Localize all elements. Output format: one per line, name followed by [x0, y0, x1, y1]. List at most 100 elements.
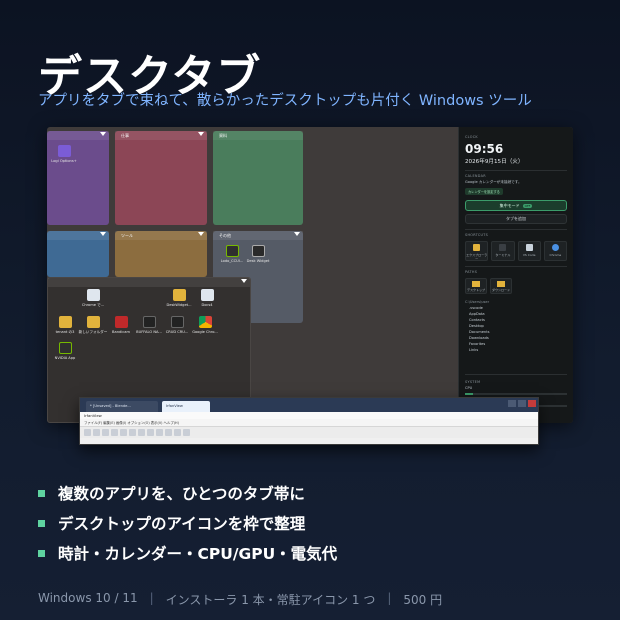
collapse-icon[interactable]: [198, 132, 204, 136]
shortcuts-section-label: SHORTCUTS: [465, 233, 489, 237]
fence-header[interactable]: ツール: [115, 231, 207, 240]
desktop-icon-chrome[interactable]: Google Chro...: [190, 316, 220, 334]
fence-header[interactable]: [47, 231, 109, 240]
focus-mode-button[interactable]: 集中モード OFF: [465, 200, 567, 211]
feature-item: 複数のアプリを、ひとつのタブ帯に: [38, 478, 337, 508]
fence-gold[interactable]: ツール: [115, 231, 207, 277]
path-row: デスクトップ ダウンロード: [465, 278, 567, 294]
clock-date: 2026年9月15日（火）: [465, 159, 524, 165]
zoom-in-icon[interactable]: [147, 429, 154, 436]
desktop-icon-folder[interactable]: DeskWidget...: [164, 289, 194, 307]
folder-icon: [472, 281, 480, 287]
undo-icon[interactable]: [138, 429, 145, 436]
folder-icon: [473, 244, 481, 251]
footer-separator: |: [149, 591, 154, 605]
fence-header[interactable]: その他: [213, 231, 303, 240]
widget-sidebar: CLOCK 09:56 2026年9月15日（火） CALENDAR Googl…: [458, 127, 573, 423]
tab-irfanview[interactable]: IrfanView: [162, 401, 210, 412]
fence-green[interactable]: 資料: [213, 131, 303, 225]
bullet-marker: [38, 549, 45, 557]
collapse-icon[interactable]: [100, 232, 106, 236]
subline: アプリをタブで束ねて、散らかったデスクトップも片付く Windows ツール: [38, 93, 532, 109]
file-icon: [200, 289, 214, 301]
feature-item: 時計・カレンダー・CPU/GPU・電気代: [38, 538, 337, 568]
nvidia-icon: [225, 245, 239, 257]
window-menu-bar[interactable]: ファイル(F) 編集(E) 画像(I) オプション(O) 表示(V) ヘルプ(H…: [80, 419, 538, 426]
desktop-icon-bandicam[interactable]: Bandicam: [106, 316, 136, 334]
footer-price: 500 円: [403, 593, 443, 607]
tabbed-app-window[interactable]: * [Unsaved] - Blende... IrfanView IrfanV…: [79, 397, 539, 445]
fence-red[interactable]: 仕事: [115, 131, 207, 225]
globe-icon: [551, 244, 559, 251]
desktop-icon-folder[interactable]: 新しいフォルダー: [78, 316, 108, 335]
folder-icon: [172, 289, 186, 301]
cpu-usage-bar: [465, 393, 567, 395]
tab-blender[interactable]: * [Unsaved] - Blende...: [86, 401, 158, 412]
collapse-icon[interactable]: [100, 132, 106, 136]
fence-title: 資料: [219, 133, 227, 138]
window-controls: [508, 400, 536, 407]
shortcut-terminal[interactable]: ターミナル: [491, 241, 515, 261]
footer-specs: Windows 10 / 11 | インストーラ 1 本・常駐アイコン 1 つ …: [38, 591, 442, 608]
desktop-icon-folder[interactable]: Docs4: [192, 289, 222, 307]
fence-header[interactable]: [48, 278, 250, 287]
print-icon[interactable]: [102, 429, 109, 436]
minimize-icon[interactable]: [508, 400, 516, 407]
fence-purple[interactable]: Logi Options+: [47, 131, 109, 225]
bullet-marker: [38, 489, 45, 497]
fence-title: 仕事: [121, 133, 129, 138]
maximize-icon[interactable]: [518, 400, 526, 407]
desktop-icon-desk-widget[interactable]: Desk Widget: [243, 245, 273, 263]
paste-icon[interactable]: [129, 429, 136, 436]
clock-section-label: CLOCK: [465, 135, 478, 139]
copy-icon[interactable]: [120, 429, 127, 436]
cpu-label: CPU: [465, 386, 473, 390]
next-icon[interactable]: [174, 429, 181, 436]
tree-item[interactable]: Links: [465, 347, 567, 353]
folder-icon: [58, 316, 72, 328]
save-icon[interactable]: [93, 429, 100, 436]
open-icon[interactable]: [84, 429, 91, 436]
zoom-out-icon[interactable]: [156, 429, 163, 436]
cpu-usage-fill: [465, 393, 474, 395]
path-downloads[interactable]: ダウンロード: [490, 278, 512, 294]
fence-header[interactable]: [47, 131, 109, 140]
feature-list: 複数のアプリを、ひとつのタブ帯に デスクトップのアイコンを枠で整理 時計・カレン…: [38, 478, 337, 568]
system-section-label: SYSTEM: [465, 380, 481, 384]
desktop-icon-chrome-file[interactable]: Chrome で...: [78, 289, 108, 308]
calendar-section-label: CALENDAR: [465, 174, 486, 178]
desktop-screenshot: Logi Options+ 仕事 資料 ツール その他 Lodo_CCUI...…: [47, 127, 573, 423]
paths-section-label: PATHS: [465, 270, 478, 274]
settings-icon[interactable]: [183, 429, 190, 436]
feature-item: デスクトップのアイコンを枠で整理: [38, 508, 337, 538]
collapse-icon[interactable]: [294, 232, 300, 236]
footer-os: Windows 10 / 11: [38, 591, 138, 605]
window-toolbar: [80, 426, 538, 438]
cut-icon[interactable]: [111, 429, 118, 436]
folder-tree: C:\Users\user .vscode AppData Contacts D…: [465, 299, 567, 353]
desktop-icon-nvidia-app[interactable]: NVIDIA App: [50, 342, 80, 360]
shortcut-vscode[interactable]: VS Code: [517, 241, 541, 261]
path-desktop[interactable]: デスクトップ: [465, 278, 487, 294]
close-icon[interactable]: [528, 400, 536, 407]
crud-icon: [170, 316, 184, 328]
desktop-icon-logi[interactable]: Logi Options+: [49, 145, 79, 163]
fence-header[interactable]: 仕事: [115, 131, 207, 140]
folder-icon: [86, 316, 100, 328]
collapse-icon[interactable]: [198, 232, 204, 236]
calendar-note: Google カレンダーが未接続です。: [465, 180, 522, 184]
desktop-icon-buffalo[interactable]: BUFFALO NA...: [134, 316, 164, 334]
bandicam-icon: [114, 316, 128, 328]
shortcut-explorer[interactable]: エクスプローラー: [465, 241, 489, 261]
calendar-setup-button[interactable]: カレンダーを設定する: [465, 188, 503, 195]
desktop-icon-folder[interactable]: tenant の3: [50, 316, 80, 335]
prev-icon[interactable]: [165, 429, 172, 436]
fence-blue[interactable]: [47, 231, 109, 277]
clock-time: 09:56: [465, 142, 504, 156]
collapse-icon[interactable]: [241, 279, 247, 283]
fence-header[interactable]: 資料: [213, 131, 303, 140]
shortcut-chrome[interactable]: Chrome: [543, 241, 567, 261]
tab-add-button[interactable]: タブを追加: [465, 214, 567, 224]
nvidia-icon: [58, 342, 72, 354]
desktop-icon-crud[interactable]: CRUD CRU...: [162, 316, 192, 334]
